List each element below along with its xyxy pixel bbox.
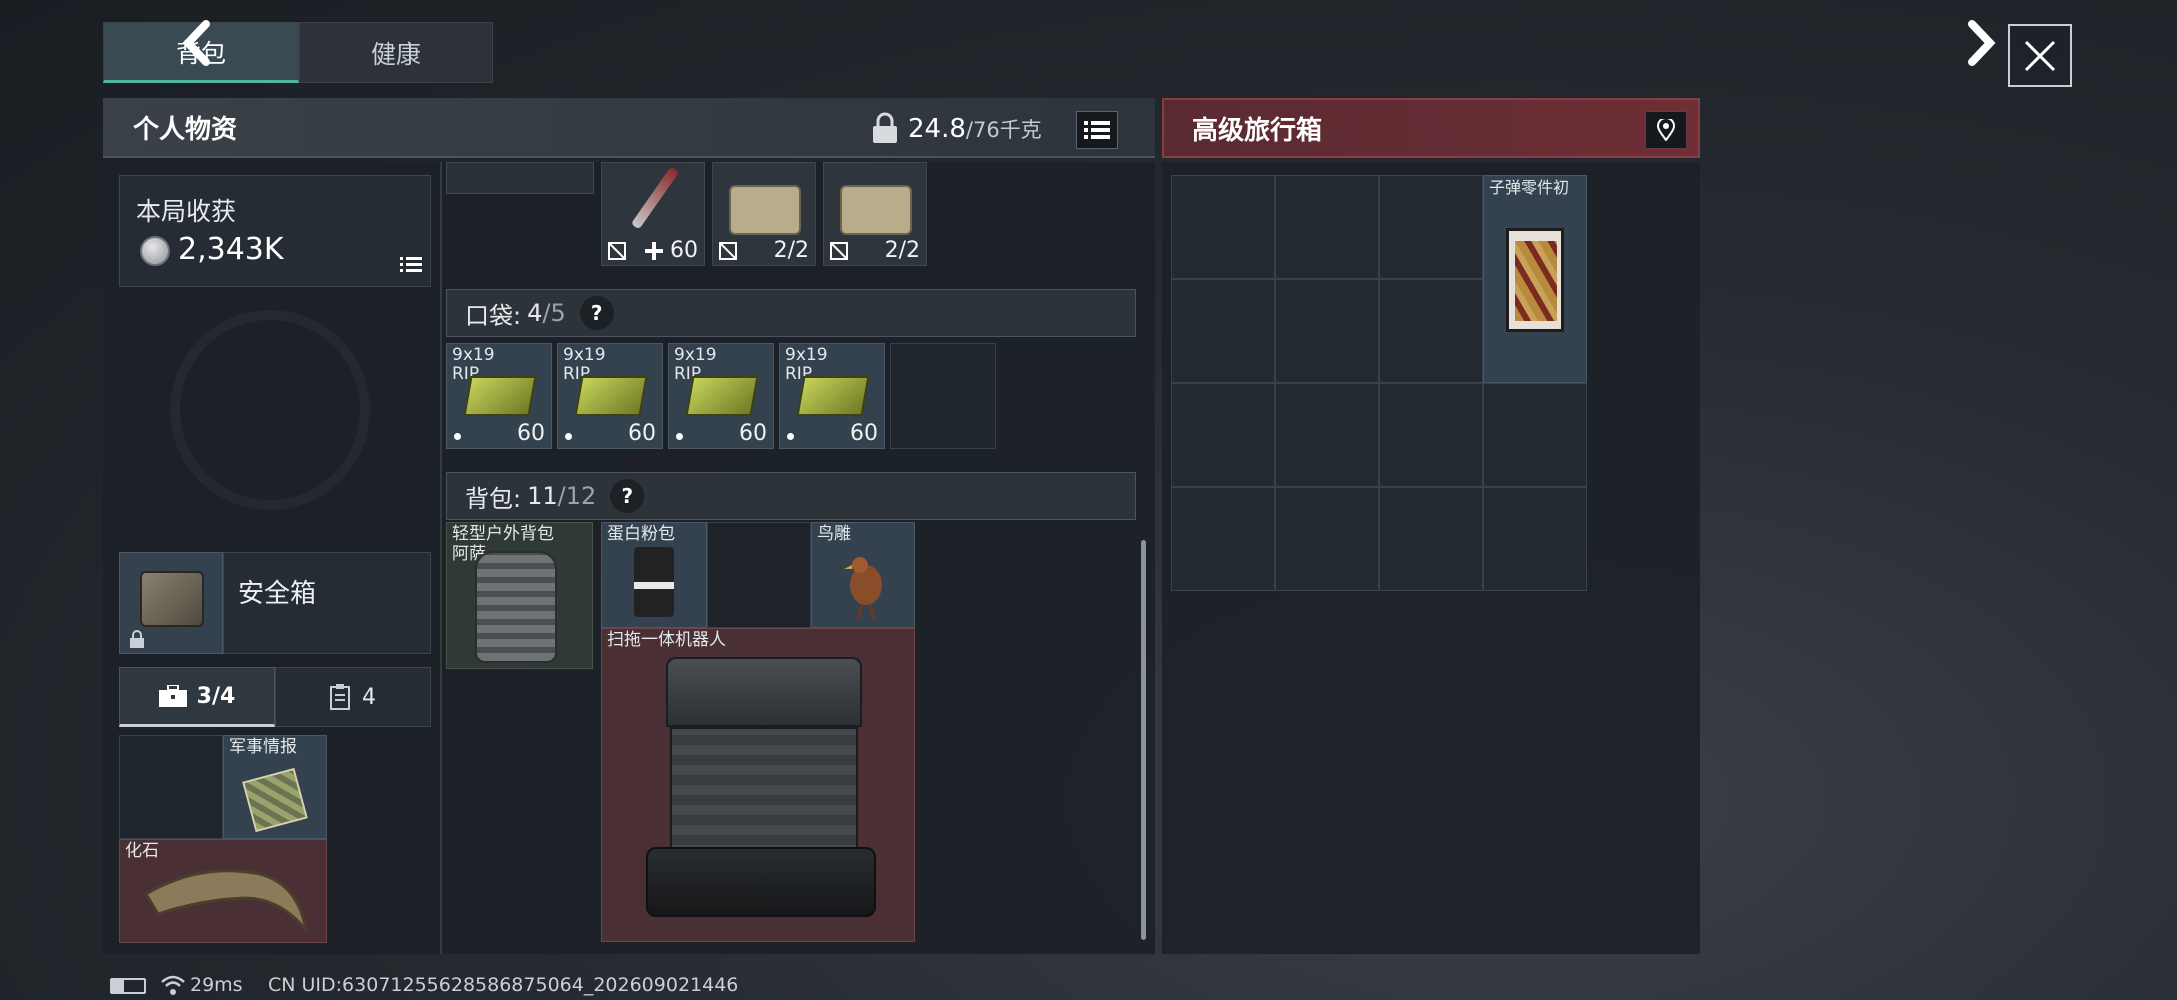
case-cell[interactable] [1275, 487, 1379, 591]
robot-vacuum-image [646, 657, 876, 927]
left-column-divider [440, 162, 442, 954]
pocket-slot-empty[interactable] [890, 343, 996, 449]
no-trade-icon [608, 242, 626, 260]
case-cell[interactable] [1275, 279, 1379, 383]
safe-box-image [140, 571, 204, 627]
travel-case-header: 高级旅行箱 [1162, 98, 1700, 158]
safe-box-slot[interactable] [119, 552, 223, 654]
case-cell[interactable] [1171, 279, 1275, 383]
battery-icon [110, 978, 146, 994]
case-cell[interactable] [1379, 487, 1483, 591]
pouch-slot-empty[interactable] [119, 735, 223, 839]
next-arrow-icon[interactable] [1962, 18, 2002, 68]
case-cell[interactable] [1171, 383, 1275, 487]
tab-clipboard[interactable]: 4 [275, 667, 431, 727]
medkit-image [840, 185, 912, 235]
case-cell[interactable] [1379, 279, 1483, 383]
medkit-item-2[interactable]: 2/2 [823, 162, 927, 266]
ammo-item-2[interactable]: 9x19 RIP 60 [557, 343, 663, 449]
wifi-icon [161, 975, 185, 995]
pockets-bar: 口袋: 4 /5 ? [446, 289, 1136, 337]
ammo-box-image [463, 376, 537, 416]
robot-vacuum-item[interactable]: 扫拖一体机器人 [601, 628, 915, 942]
partial-slot-top[interactable] [446, 162, 594, 194]
backpack-image [475, 551, 557, 663]
no-trade-icon [830, 242, 848, 260]
syringe-item[interactable]: 60 [601, 162, 705, 266]
tab-health[interactable]: 健康 [299, 22, 493, 83]
safe-box-label-card: 安全箱 [223, 552, 431, 654]
case-cell[interactable] [1379, 383, 1483, 487]
fossil-claw-image [143, 869, 309, 936]
tab-briefcase[interactable]: 3/4 [119, 667, 275, 727]
protein-pack-image [634, 547, 674, 617]
light-backpack-item[interactable]: 轻型户外背包 阿萨... [446, 522, 593, 669]
travel-case-title: 高级旅行箱 [1192, 115, 1323, 146]
case-cell[interactable] [1483, 383, 1587, 487]
protein-pack-item[interactable]: 蛋白粉包 [601, 522, 707, 628]
ammo-item-1[interactable]: 9x19 RIP 60 [446, 343, 552, 449]
weight-lock-icon [870, 112, 900, 144]
backpack-help-icon[interactable]: ? [610, 479, 645, 513]
close-icon [2024, 40, 2056, 71]
lock-icon [130, 630, 144, 648]
backpack-bar: 背包: 11 /12 ? [446, 472, 1136, 520]
list-view-button[interactable] [1076, 111, 1118, 149]
syringe-image [630, 166, 680, 230]
panel-title: 个人物资 [133, 114, 238, 145]
pockets-help-icon[interactable]: ? [579, 296, 614, 330]
safe-box-label: 安全箱 [238, 579, 317, 609]
intel-image [242, 767, 308, 833]
case-cell[interactable] [1275, 383, 1379, 487]
case-cell[interactable] [1171, 175, 1275, 279]
ping-readout: 29ms [190, 974, 243, 996]
weight-readout: 24.8/76千克 [908, 114, 1042, 144]
uid-readout: CN UID:630712556285868750​64_20260902144… [268, 974, 739, 996]
fossil-item[interactable]: 化石 [119, 839, 327, 943]
bird-statue-item[interactable]: 鸟雕 [811, 522, 915, 628]
plus-icon [645, 242, 663, 260]
bird-statue-image [844, 557, 882, 620]
ammo-item-4[interactable]: 9x19 RIP 60 [779, 343, 885, 449]
medkit-item-1[interactable]: 2/2 [712, 162, 816, 266]
session-earnings-card: 本局收获 2,343K [119, 175, 431, 287]
case-cell[interactable] [1275, 175, 1379, 279]
ammo-item-3[interactable]: 9x19 RIP 60 [668, 343, 774, 449]
ammo-box-image [796, 376, 870, 416]
military-intel-item[interactable]: 军事情报 [223, 735, 327, 839]
session-title: 本局收获 [136, 197, 237, 226]
case-cell[interactable] [1483, 487, 1587, 591]
clipboard-icon [330, 684, 350, 710]
bullet-parts-item[interactable]: 子弹零件初 [1483, 175, 1587, 383]
location-pin-button[interactable] [1645, 111, 1687, 149]
bullet-parts-image [1506, 228, 1564, 332]
no-trade-icon [719, 242, 737, 260]
ammo-box-image [685, 376, 759, 416]
backpack-slot-empty[interactable] [707, 522, 811, 628]
case-cell[interactable] [1171, 487, 1275, 591]
location-pin-icon [1657, 119, 1675, 141]
medkit-image [729, 185, 801, 235]
case-cell[interactable] [1379, 175, 1483, 279]
prev-arrow-icon[interactable] [176, 18, 216, 68]
coin-icon [140, 236, 170, 266]
session-value: 2,343K [178, 232, 284, 267]
briefcase-icon [158, 685, 187, 707]
faction-emblem [170, 310, 370, 510]
close-button[interactable] [2008, 24, 2072, 87]
ammo-box-image [574, 376, 648, 416]
list-icon [1084, 121, 1110, 139]
session-list-icon[interactable] [400, 256, 422, 274]
inventory-scrollbar[interactable] [1141, 540, 1146, 940]
